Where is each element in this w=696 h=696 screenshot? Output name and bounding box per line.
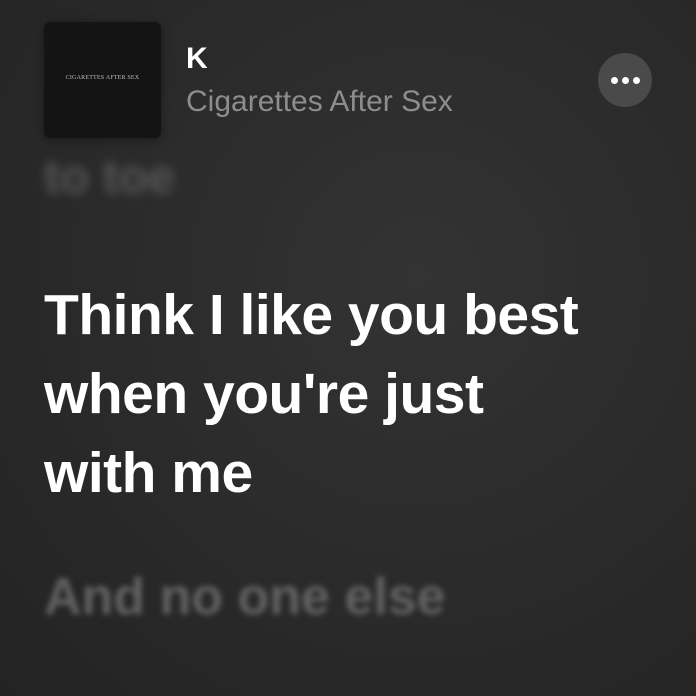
artist-name[interactable]: Cigarettes After Sex [186,85,453,119]
lyrics-screen: CIGARETTES AFTER SEX K Cigarettes After … [0,0,696,696]
song-title: K [186,42,208,75]
lyric-line-previous[interactable]: to toe [44,148,175,208]
more-options-button[interactable] [598,53,652,107]
ellipsis-icon-dot [632,76,640,84]
lyric-line-current[interactable]: Think I like you best when you're just w… [44,276,674,513]
album-art[interactable]: CIGARETTES AFTER SEX [44,22,161,138]
lyric-current-line: with me [44,441,253,505]
ellipsis-icon-dot [610,76,618,84]
ellipsis-icon-dot [621,76,629,84]
lyric-line-next[interactable]: And no one else [44,566,446,628]
lyric-current-line: Think I like you best [44,283,579,347]
lyric-current-line: when you're just [44,362,484,426]
album-art-label: CIGARETTES AFTER SEX [65,75,140,81]
